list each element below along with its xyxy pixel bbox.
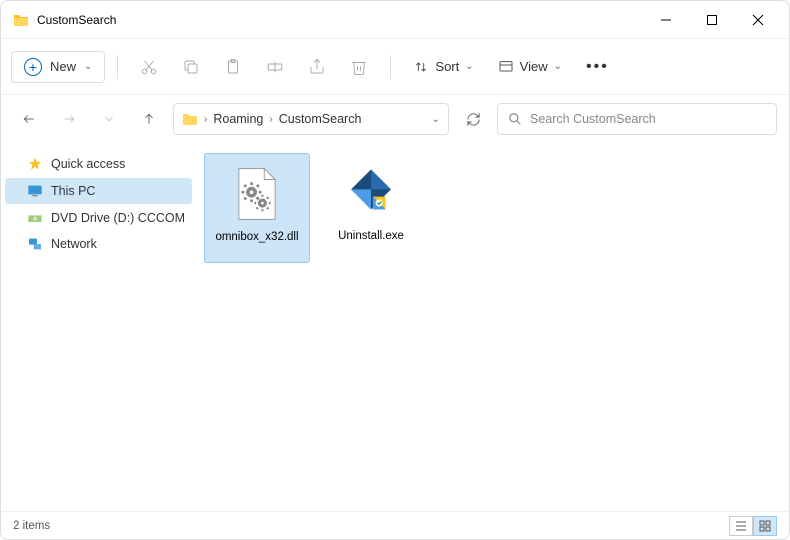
star-icon (27, 156, 43, 172)
maximize-button[interactable] (689, 1, 735, 39)
item-count: 2 items (13, 520, 50, 532)
refresh-button[interactable] (457, 103, 489, 135)
details-view-button[interactable] (729, 516, 753, 536)
copy-button[interactable] (172, 48, 210, 86)
separator (390, 55, 391, 79)
cut-button[interactable] (130, 48, 168, 86)
rename-button[interactable] (256, 48, 294, 86)
back-button[interactable] (13, 103, 45, 135)
close-button[interactable] (735, 1, 781, 39)
plus-icon: + (24, 58, 42, 76)
recent-button[interactable] (93, 103, 125, 135)
dll-file-icon (225, 162, 289, 226)
file-name-label: omnibox_x32.dll (215, 230, 298, 245)
sidebar-item-network[interactable]: Network (1, 231, 196, 257)
sort-label: Sort (435, 59, 459, 74)
file-name-label: Uninstall.exe (338, 229, 404, 244)
toolbar: + New ⌄ Sort ⌄ View ⌄ ••• (1, 39, 789, 95)
sort-icon (413, 59, 429, 75)
search-box[interactable] (497, 103, 777, 135)
view-icon (498, 59, 514, 75)
sidebar: Quick access This PC DVD Drive (D:) CCCO… (1, 143, 196, 511)
more-button[interactable]: ••• (576, 52, 619, 82)
chevron-down-icon[interactable]: ⌄ (432, 114, 440, 125)
network-icon (27, 236, 43, 252)
new-label: New (50, 59, 76, 74)
folder-icon (13, 12, 29, 28)
window-title: CustomSearch (37, 13, 643, 27)
sort-button[interactable]: Sort ⌄ (403, 53, 483, 81)
sidebar-item-label: Network (51, 237, 97, 251)
file-item[interactable]: omnibox_x32.dll (204, 153, 310, 263)
icons-view-button[interactable] (753, 516, 777, 536)
sidebar-item-dvd-drive[interactable]: DVD Drive (D:) CCCOM (1, 205, 196, 231)
files-pane[interactable]: omnibox_x32.dll Uninstall.exe (196, 143, 789, 511)
new-button[interactable]: + New ⌄ (11, 51, 105, 83)
sidebar-item-this-pc[interactable]: This PC (5, 178, 192, 204)
breadcrumb-parent[interactable]: Roaming (213, 112, 263, 126)
delete-button[interactable] (340, 48, 378, 86)
separator (117, 55, 118, 79)
chevron-down-icon: ⌄ (84, 61, 92, 72)
content-area: Quick access This PC DVD Drive (D:) CCCO… (1, 143, 789, 511)
address-bar[interactable]: › Roaming › CustomSearch ⌄ (173, 103, 449, 135)
paste-button[interactable] (214, 48, 252, 86)
navigation-bar: › Roaming › CustomSearch ⌄ (1, 95, 789, 143)
search-icon (508, 112, 522, 126)
breadcrumb-current[interactable]: CustomSearch (279, 112, 362, 126)
chevron-right-icon: › (269, 114, 272, 125)
search-input[interactable] (530, 112, 766, 126)
disc-icon (27, 210, 43, 226)
sidebar-item-label: Quick access (51, 157, 125, 171)
share-button[interactable] (298, 48, 336, 86)
view-button[interactable]: View ⌄ (488, 53, 572, 81)
monitor-icon (27, 183, 43, 199)
minimize-button[interactable] (643, 1, 689, 39)
window-controls (643, 1, 781, 39)
sidebar-item-label: DVD Drive (D:) CCCOM (51, 211, 185, 225)
chevron-down-icon: ⌄ (554, 61, 562, 72)
up-button[interactable] (133, 103, 165, 135)
chevron-right-icon: › (204, 114, 207, 125)
chevron-down-icon: ⌄ (465, 61, 473, 72)
view-label: View (520, 59, 548, 74)
exe-file-icon (339, 161, 403, 225)
sidebar-item-label: This PC (51, 184, 95, 198)
forward-button[interactable] (53, 103, 85, 135)
explorer-window: CustomSearch + New ⌄ Sort ⌄ View ⌄ (0, 0, 790, 540)
view-toggles (729, 516, 777, 536)
statusbar: 2 items (1, 511, 789, 539)
titlebar: CustomSearch (1, 1, 789, 39)
sidebar-item-quick-access[interactable]: Quick access (1, 151, 196, 177)
file-item[interactable]: Uninstall.exe (318, 153, 424, 263)
folder-icon (182, 111, 198, 127)
